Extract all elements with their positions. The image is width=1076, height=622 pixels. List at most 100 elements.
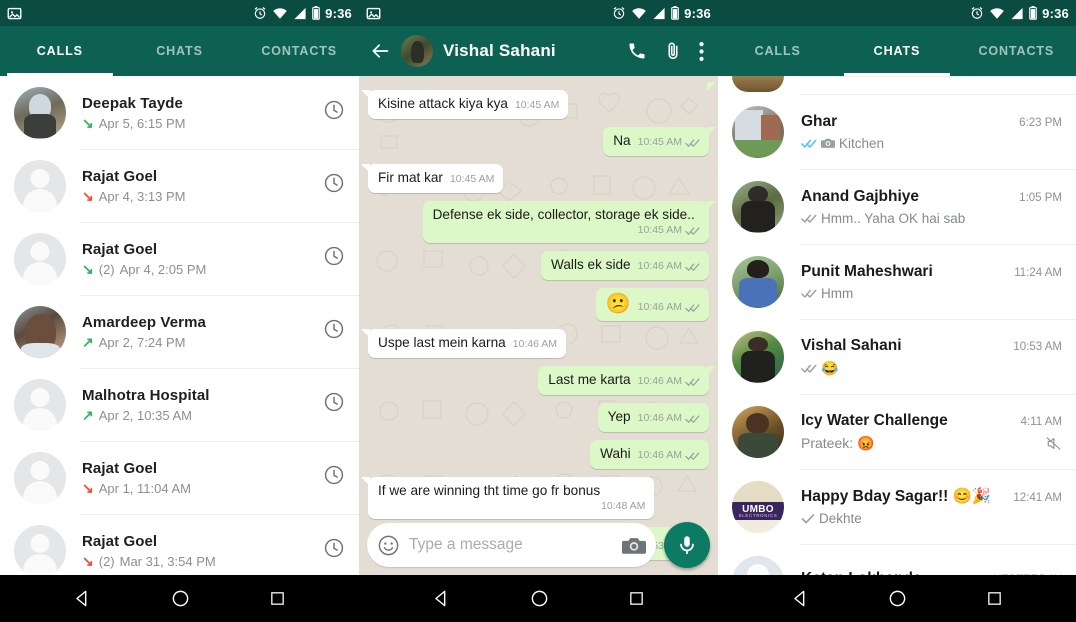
message-time: 10:48 AM — [601, 499, 646, 512]
wifi-icon — [631, 7, 647, 20]
emoji-icon[interactable] — [377, 534, 400, 557]
call-icon[interactable] — [627, 41, 647, 61]
message-time: 10:45 AM — [637, 135, 682, 148]
call-log-meta: Apr 2, 10:35 AM — [98, 407, 192, 423]
back-triangle-icon[interactable] — [791, 589, 810, 608]
tab-chats[interactable]: CHATS — [120, 26, 240, 76]
call-log-row[interactable]: Amardeep Verma ↗ Apr 2, 7:24 PM — [0, 295, 359, 368]
avatar[interactable] — [14, 86, 66, 139]
double-tick-icon — [685, 138, 700, 148]
message-bubble-outgoing[interactable]: Walls ek side 10:46 AM — [541, 251, 709, 281]
message-area[interactable]: Kisine attack kiya kya 10:45 AM Na 10:45… — [359, 76, 718, 575]
call-log-meta: Apr 4, 2:05 PM — [119, 261, 207, 277]
avatar[interactable]: UMBO ELECTRONICS — [732, 480, 784, 533]
double-tick-icon — [685, 451, 700, 461]
avatar[interactable] — [732, 76, 784, 92]
message-bubble-incoming[interactable]: If we are winning tht time go fr bonus 1… — [360, 476, 655, 520]
message-text: Last me karta — [548, 372, 631, 388]
conversation-toolbar: Vishal Sahani — [359, 26, 718, 76]
call-details-button[interactable] — [313, 99, 345, 126]
tab-contacts[interactable]: CONTACTS — [957, 26, 1076, 76]
message-bubble-incoming[interactable]: Fir mat kar 10:45 AM — [360, 163, 504, 193]
message-bubble-outgoing[interactable]: Defense ek side, collector, storage ek s… — [422, 200, 717, 244]
message-input-placeholder[interactable]: Type a message — [409, 536, 613, 554]
call-log-row[interactable]: Malhotra Hospital ↗ Apr 2, 10:35 AM — [0, 368, 359, 441]
call-details-button[interactable] — [313, 172, 345, 199]
message-bubble-outgoing-emoji[interactable]: 😕 10:46 AM — [595, 288, 709, 322]
avatar[interactable] — [732, 255, 784, 308]
tab-calls[interactable]: CALLS — [718, 26, 837, 76]
image-icon — [366, 6, 381, 21]
chat-list-row-partial[interactable] — [718, 76, 1076, 94]
message-bubble-outgoing[interactable]: Na 10:45 AM — [603, 126, 716, 156]
tab-bar-chats: CALLS CHATS CONTACTS — [718, 26, 1076, 76]
tab-calls[interactable]: CALLS — [0, 26, 120, 76]
chat-list-row[interactable]: Icy Water Challenge 4:11 AM Prateek: 😡 — [718, 394, 1076, 469]
home-circle-icon[interactable] — [171, 589, 190, 608]
message-input-field[interactable]: Type a message — [367, 523, 656, 567]
back-triangle-icon[interactable] — [73, 589, 92, 608]
chat-list[interactable]: Ghar 6:23 PM Kitchen Anand Gajbhiye 1:05… — [718, 76, 1076, 575]
call-log-row[interactable]: Rajat Goel ↘ Apr 4, 3:13 PM — [0, 149, 359, 222]
call-details-button[interactable] — [313, 245, 345, 272]
recents-square-icon[interactable] — [986, 590, 1003, 607]
message-bubble-outgoing[interactable]: Wahi 10:46 AM — [590, 440, 709, 469]
avatar[interactable] — [732, 180, 784, 233]
message-bubble-incoming[interactable]: Kisine attack kiya kya 10:45 AM — [360, 90, 569, 119]
avatar[interactable] — [14, 159, 66, 212]
overflow-menu-icon[interactable] — [699, 41, 704, 61]
chat-list-row[interactable]: Ketan Lokhande YESTERDAY — [718, 544, 1076, 575]
avatar[interactable] — [732, 330, 784, 383]
avatar[interactable] — [14, 305, 66, 358]
chat-preview: Hmm — [821, 285, 854, 301]
conversation-title[interactable]: Vishal Sahani — [443, 41, 617, 61]
recents-square-icon[interactable] — [628, 590, 645, 607]
status-bar: 9:36 — [359, 0, 718, 26]
call-log-row[interactable]: Rajat Goel ↘ (2) Mar 31, 3:54 PM — [0, 514, 359, 575]
call-direction-incoming-icon: ↘ — [82, 115, 94, 131]
chat-list-row[interactable]: Ghar 6:23 PM Kitchen — [718, 94, 1076, 169]
voice-record-button[interactable] — [664, 522, 710, 568]
home-circle-icon[interactable] — [888, 589, 907, 608]
chat-list-row[interactable]: UMBO ELECTRONICS Happy Bday Sagar!! 😊🎉 1… — [718, 469, 1076, 544]
message-bubble-outgoing[interactable]: Last me karta 10:46 AM — [538, 366, 716, 396]
message-bubble-outgoing[interactable]: Yep 10:46 AM — [597, 403, 709, 432]
call-log-row[interactable]: Deepak Tayde ↘ Apr 5, 6:15 PM — [0, 76, 359, 149]
avatar[interactable] — [401, 35, 433, 67]
call-details-button[interactable] — [313, 464, 345, 491]
chat-list-row[interactable]: Vishal Sahani 10:53 AM 😂 — [718, 319, 1076, 394]
back-arrow-icon[interactable] — [369, 41, 391, 61]
tab-contacts[interactable]: CONTACTS — [239, 26, 359, 76]
call-log-name: Rajat Goel — [82, 459, 158, 477]
wifi-icon — [989, 7, 1005, 20]
call-details-button[interactable] — [313, 391, 345, 418]
avatar[interactable] — [14, 524, 66, 575]
home-circle-icon[interactable] — [530, 589, 549, 608]
avatar[interactable] — [732, 405, 784, 458]
chat-list-row[interactable]: Anand Gajbhiye 1:05 PM Hmm.. Yaha OK hai… — [718, 169, 1076, 244]
attach-icon[interactable] — [663, 41, 683, 61]
chat-list-row[interactable]: Punit Maheshwari 11:24 AM Hmm — [718, 244, 1076, 319]
double-tick-icon — [685, 262, 700, 272]
message-text: Walls ek side — [551, 257, 631, 273]
call-log-row[interactable]: Rajat Goel ↘ Apr 1, 11:04 AM — [0, 441, 359, 514]
recents-square-icon[interactable] — [269, 590, 286, 607]
call-log-meta: Apr 5, 6:15 PM — [98, 115, 186, 131]
call-log-row[interactable]: Rajat Goel ↘ (2) Apr 4, 2:05 PM — [0, 222, 359, 295]
tab-chats[interactable]: CHATS — [837, 26, 956, 76]
call-count: (2) — [98, 261, 115, 277]
call-direction-incoming-icon: ↘ — [82, 261, 94, 277]
double-tick-icon — [801, 288, 817, 299]
avatar[interactable] — [14, 451, 66, 504]
avatar[interactable] — [732, 555, 784, 575]
avatar[interactable] — [732, 105, 784, 158]
avatar[interactable] — [14, 378, 66, 431]
call-details-button[interactable] — [313, 318, 345, 345]
call-log-list[interactable]: Deepak Tayde ↘ Apr 5, 6:15 PM Rajat Goel… — [0, 76, 359, 575]
camera-icon[interactable] — [622, 536, 646, 555]
back-triangle-icon[interactable] — [432, 589, 451, 608]
call-details-button[interactable] — [313, 537, 345, 564]
avatar[interactable] — [14, 232, 66, 285]
double-tick-icon — [801, 213, 817, 224]
message-bubble-incoming[interactable]: Uspe last mein karna 10:46 AM — [360, 329, 567, 359]
